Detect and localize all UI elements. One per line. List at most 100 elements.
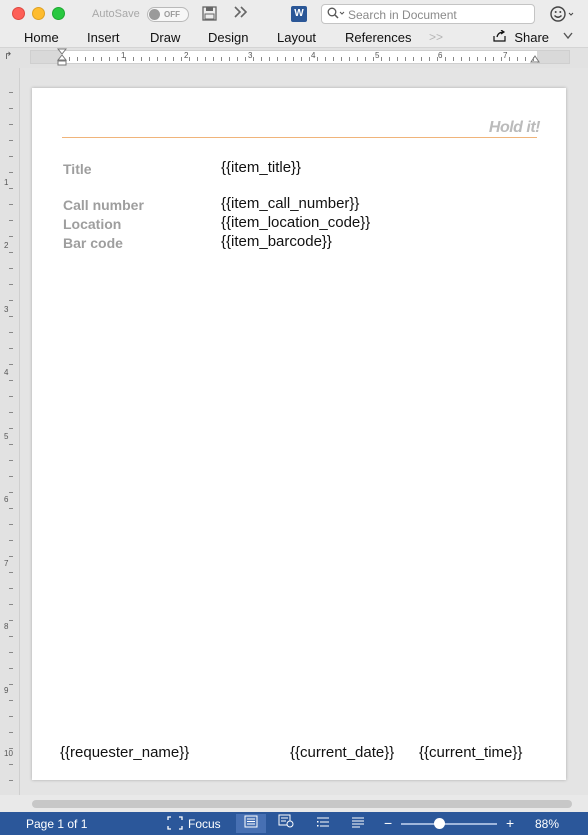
vruler-tick bbox=[9, 716, 13, 717]
document-area[interactable]: Hold it! Title {{item_title}} Call numbe… bbox=[20, 68, 588, 795]
tab-home[interactable]: Home bbox=[24, 30, 59, 45]
zoom-in-button[interactable]: + bbox=[506, 815, 514, 831]
document-page[interactable]: Hold it! Title {{item_title}} Call numbe… bbox=[32, 88, 566, 780]
field-value-call-number[interactable]: {{item_call_number}} bbox=[221, 195, 359, 212]
ruler-tick bbox=[357, 57, 358, 61]
vruler-tick bbox=[9, 460, 13, 461]
footer-requester[interactable]: {{requester_name}} bbox=[60, 744, 189, 761]
ruler-tick bbox=[117, 57, 118, 61]
brand-logo-text: Hold it! bbox=[488, 119, 541, 136]
vruler-tick bbox=[9, 316, 13, 317]
web-layout-view-icon[interactable] bbox=[271, 814, 301, 833]
zoom-out-button[interactable]: − bbox=[384, 815, 392, 831]
ruler-tick bbox=[253, 57, 254, 61]
horizontal-ruler-area: ↱ 1 2 3 4 5 6 7 bbox=[0, 48, 588, 68]
double-chevron-icon[interactable] bbox=[233, 5, 249, 22]
toggle-knob bbox=[149, 9, 160, 20]
header-rule bbox=[62, 137, 537, 138]
vruler-number: 5 bbox=[4, 432, 9, 441]
vruler-tick bbox=[9, 780, 13, 781]
ruler-tick bbox=[181, 57, 182, 61]
tab-insert[interactable]: Insert bbox=[87, 30, 120, 45]
ruler-tick bbox=[293, 57, 294, 61]
vruler-tick bbox=[9, 348, 13, 349]
ruler-tick bbox=[173, 57, 174, 61]
tab-references[interactable]: References bbox=[345, 30, 411, 45]
vruler-tick bbox=[9, 492, 13, 493]
ruler-tick bbox=[509, 57, 510, 61]
field-value-location[interactable]: {{item_location_code}} bbox=[221, 214, 370, 231]
vertical-ruler[interactable]: 1 2 3 4 5 6 7 8 9 10 bbox=[0, 68, 20, 795]
vruler-tick bbox=[9, 396, 13, 397]
share-label: Share bbox=[514, 30, 550, 45]
vruler-number: 2 bbox=[4, 241, 9, 250]
vruler-tick bbox=[9, 236, 13, 237]
ruler-tick bbox=[493, 57, 494, 61]
focus-icon[interactable] bbox=[167, 816, 183, 833]
ruler-tick bbox=[469, 57, 470, 61]
ruler-tick bbox=[317, 57, 318, 61]
ruler-tick bbox=[133, 57, 134, 61]
right-indent-marker-icon[interactable] bbox=[530, 54, 540, 64]
ruler-tick bbox=[373, 57, 374, 61]
ruler-tick bbox=[109, 57, 110, 61]
horizontal-ruler[interactable]: 1 2 3 4 5 6 7 bbox=[30, 48, 570, 66]
field-label-bar-code: Bar code bbox=[63, 235, 123, 251]
minimize-window-button[interactable] bbox=[32, 7, 45, 20]
search-box[interactable] bbox=[321, 4, 535, 24]
horizontal-scrollbar[interactable] bbox=[32, 800, 572, 808]
ruler-number: 4 bbox=[311, 51, 316, 60]
ruler-tick bbox=[125, 57, 126, 61]
share-button[interactable]: Share bbox=[493, 29, 550, 45]
field-value-bar-code[interactable]: {{item_barcode}} bbox=[221, 233, 332, 250]
zoom-level[interactable]: 88% bbox=[535, 817, 559, 831]
ruler-tick bbox=[101, 57, 102, 61]
vruler-tick bbox=[9, 172, 13, 173]
footer-date[interactable]: {{current_date}} bbox=[290, 744, 394, 761]
zoom-slider-knob[interactable] bbox=[434, 818, 446, 829]
ruler-tick bbox=[189, 57, 190, 61]
maximize-window-button[interactable] bbox=[52, 7, 65, 20]
tab-design[interactable]: Design bbox=[208, 30, 248, 45]
save-icon[interactable] bbox=[202, 6, 217, 24]
vruler-tick bbox=[9, 444, 13, 445]
ribbon-tabs: Home Insert Draw Design Layout Reference… bbox=[0, 28, 588, 48]
vruler-tick bbox=[9, 508, 13, 509]
tab-stop-selector-icon[interactable]: ↱ bbox=[4, 51, 12, 62]
autosave-state: OFF bbox=[164, 10, 180, 19]
draft-view-icon[interactable] bbox=[343, 814, 373, 833]
ruler-tick bbox=[397, 57, 398, 61]
ruler-number: 6 bbox=[438, 51, 443, 60]
collapse-ribbon-icon[interactable] bbox=[562, 29, 574, 46]
word-app-icon: W bbox=[291, 6, 307, 22]
ruler-tick bbox=[85, 57, 86, 61]
vruler-tick bbox=[9, 604, 13, 605]
search-input[interactable] bbox=[348, 7, 528, 22]
close-window-button[interactable] bbox=[12, 7, 25, 20]
ruler-tick bbox=[69, 57, 70, 61]
vruler-tick bbox=[9, 636, 13, 637]
field-value-title[interactable]: {{item_title}} bbox=[221, 159, 301, 176]
footer-time[interactable]: {{current_time}} bbox=[419, 744, 522, 761]
ruler-tick bbox=[349, 57, 350, 61]
tab-layout[interactable]: Layout bbox=[277, 30, 316, 45]
ruler-tick bbox=[285, 57, 286, 61]
zoom-slider[interactable] bbox=[401, 823, 497, 825]
field-label-call-number: Call number bbox=[63, 197, 144, 213]
more-tabs-icon[interactable]: >> bbox=[429, 30, 443, 44]
indent-marker-icon[interactable] bbox=[57, 48, 67, 66]
tab-draw[interactable]: Draw bbox=[150, 30, 180, 45]
smiley-icon[interactable] bbox=[550, 5, 576, 28]
vruler-tick bbox=[9, 588, 13, 589]
page-count[interactable]: Page 1 of 1 bbox=[26, 817, 87, 831]
outline-view-icon[interactable] bbox=[308, 814, 338, 833]
vruler-tick bbox=[9, 684, 13, 685]
focus-label[interactable]: Focus bbox=[188, 817, 221, 831]
vruler-tick bbox=[9, 364, 13, 365]
print-layout-view-icon[interactable] bbox=[236, 814, 266, 833]
vruler-tick bbox=[9, 412, 13, 413]
ruler-tick bbox=[461, 57, 462, 61]
vruler-tick bbox=[9, 764, 13, 765]
autosave-toggle[interactable]: OFF bbox=[147, 7, 189, 22]
vruler-tick bbox=[9, 620, 13, 621]
